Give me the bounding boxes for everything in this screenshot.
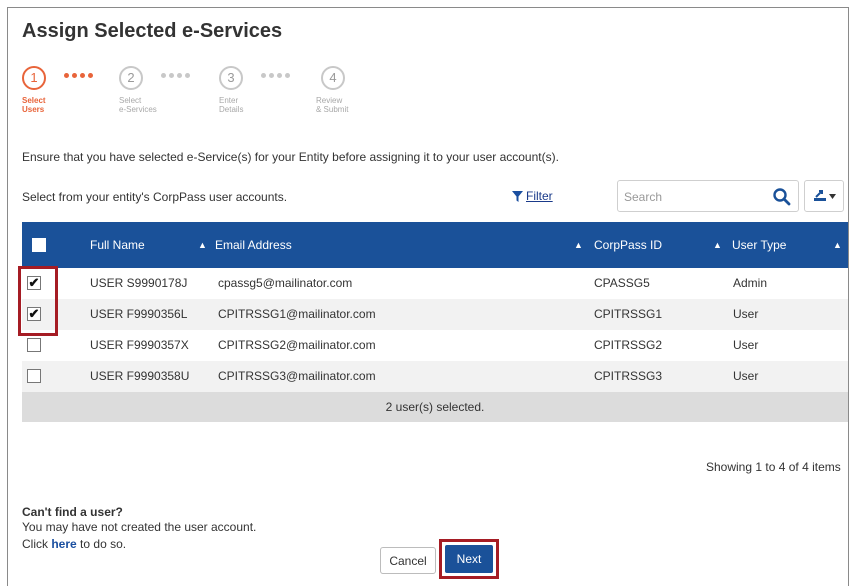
sort-icon[interactable]: ▲︎: [713, 222, 722, 268]
step-2-label-line1: Select: [119, 96, 142, 105]
select-all-checkbox[interactable]: [32, 238, 46, 252]
row-checkbox[interactable]: [27, 369, 41, 383]
filter-label: Filter: [526, 189, 553, 203]
search-box: [617, 180, 799, 212]
table-row[interactable]: USER F9990357X CPITRSSG2@mailinator.com …: [22, 330, 848, 361]
help-line-2-suffix: to do so.: [80, 537, 127, 551]
table-header: Full Name ▲︎ Email Address ▲︎ CorpPass I…: [22, 222, 848, 268]
column-user-type[interactable]: User Type: [732, 222, 786, 268]
step-3-label-line1: Enter: [219, 96, 239, 105]
help-line-1: You may have not created the user accoun…: [22, 520, 257, 534]
step-4-label-line2: & Submit: [316, 105, 349, 114]
table-row[interactable]: ✔ USER S9990178J cpassg5@mailinator.com …: [22, 268, 848, 299]
sort-icon[interactable]: ▲︎: [574, 222, 583, 268]
cell-corppass-id: CPITRSSG1: [594, 307, 663, 321]
page-title: Assign Selected e-Services: [22, 20, 283, 42]
step-3-label: Enter Details: [219, 96, 269, 114]
step-3-circle: 3: [219, 66, 243, 90]
sort-icon[interactable]: ▲︎: [833, 222, 842, 268]
pagination-info: Showing 1 to 4 of 4 items: [706, 460, 841, 474]
export-button[interactable]: [804, 180, 844, 212]
users-table: Full Name ▲︎ Email Address ▲︎ CorpPass I…: [22, 222, 848, 422]
table-row[interactable]: ✔ USER F9990356L CPITRSSG1@mailinator.co…: [22, 299, 848, 330]
column-email-address[interactable]: Email Address: [215, 222, 292, 268]
help-line-2-prefix: Click: [22, 537, 48, 551]
row-checkbox[interactable]: ✔: [27, 276, 41, 290]
cancel-button[interactable]: Cancel: [380, 547, 436, 574]
next-button[interactable]: Next: [445, 545, 493, 573]
chevron-down-icon: [828, 193, 836, 199]
step-2-label: Select e-Services: [119, 96, 169, 114]
select-prompt: Select from your entity's CorpPass user …: [22, 190, 288, 204]
selection-summary: 2 user(s) selected.: [22, 392, 848, 422]
column-corppass-id[interactable]: CorpPass ID: [594, 222, 662, 268]
step-2-progress-dots: [161, 73, 190, 78]
cell-user-type: User: [733, 369, 759, 383]
step-2-label-line2: e-Services: [119, 105, 157, 114]
next-button-highlight: Next: [439, 539, 499, 579]
cell-email: CPITRSSG3@mailinator.com: [218, 369, 376, 383]
search-input[interactable]: [624, 187, 764, 207]
step-4-label-line1: Review: [316, 96, 343, 105]
cell-email: CPITRSSG2@mailinator.com: [218, 338, 376, 352]
step-1-label-line2: Users: [22, 105, 45, 114]
step-2-circle: 2: [119, 66, 143, 90]
cell-user-type: User: [733, 338, 759, 352]
cell-user-type: Admin: [733, 276, 768, 290]
cell-full-name: USER F9990358U: [90, 369, 190, 383]
step-1-label: Select Users: [22, 96, 72, 114]
row-checkbox[interactable]: [27, 338, 41, 352]
table-row[interactable]: USER F9990358U CPITRSSG3@mailinator.com …: [22, 361, 848, 392]
cell-email: CPITRSSG1@mailinator.com: [218, 307, 376, 321]
cell-corppass-id: CPITRSSG3: [594, 369, 663, 383]
step-4-label: Review & Submit: [316, 96, 366, 114]
cell-corppass-id: CPASSG5: [594, 276, 650, 290]
column-full-name[interactable]: Full Name: [90, 222, 145, 268]
search-icon[interactable]: [772, 187, 792, 207]
cell-corppass-id: CPITRSSG2: [594, 338, 663, 352]
filter-link[interactable]: Filter: [512, 189, 553, 203]
cell-email: cpassg5@mailinator.com: [218, 276, 353, 290]
cell-full-name: USER F9990356L: [90, 307, 188, 321]
help-line-2: Click here to do so.: [22, 537, 126, 551]
instruction-text: Ensure that you have selected e-Service(…: [22, 150, 559, 164]
step-3-label-line2: Details: [219, 105, 244, 114]
step-1-progress-dots: [64, 73, 93, 78]
cell-full-name: USER S9990178J: [90, 276, 188, 290]
export-icon: [813, 190, 826, 201]
sort-icon[interactable]: ▲︎: [198, 222, 207, 268]
row-checkbox[interactable]: ✔: [27, 307, 41, 321]
help-heading: Can't find a user?: [22, 505, 123, 519]
step-1-circle: 1: [22, 66, 46, 90]
step-3-progress-dots: [261, 73, 290, 78]
create-user-link[interactable]: here: [51, 537, 76, 551]
step-1-label-line1: Select: [22, 96, 46, 105]
cell-full-name: USER F9990357X: [90, 338, 189, 352]
cell-user-type: User: [733, 307, 759, 321]
step-4-circle: 4: [321, 66, 345, 90]
filter-icon: [512, 190, 523, 202]
